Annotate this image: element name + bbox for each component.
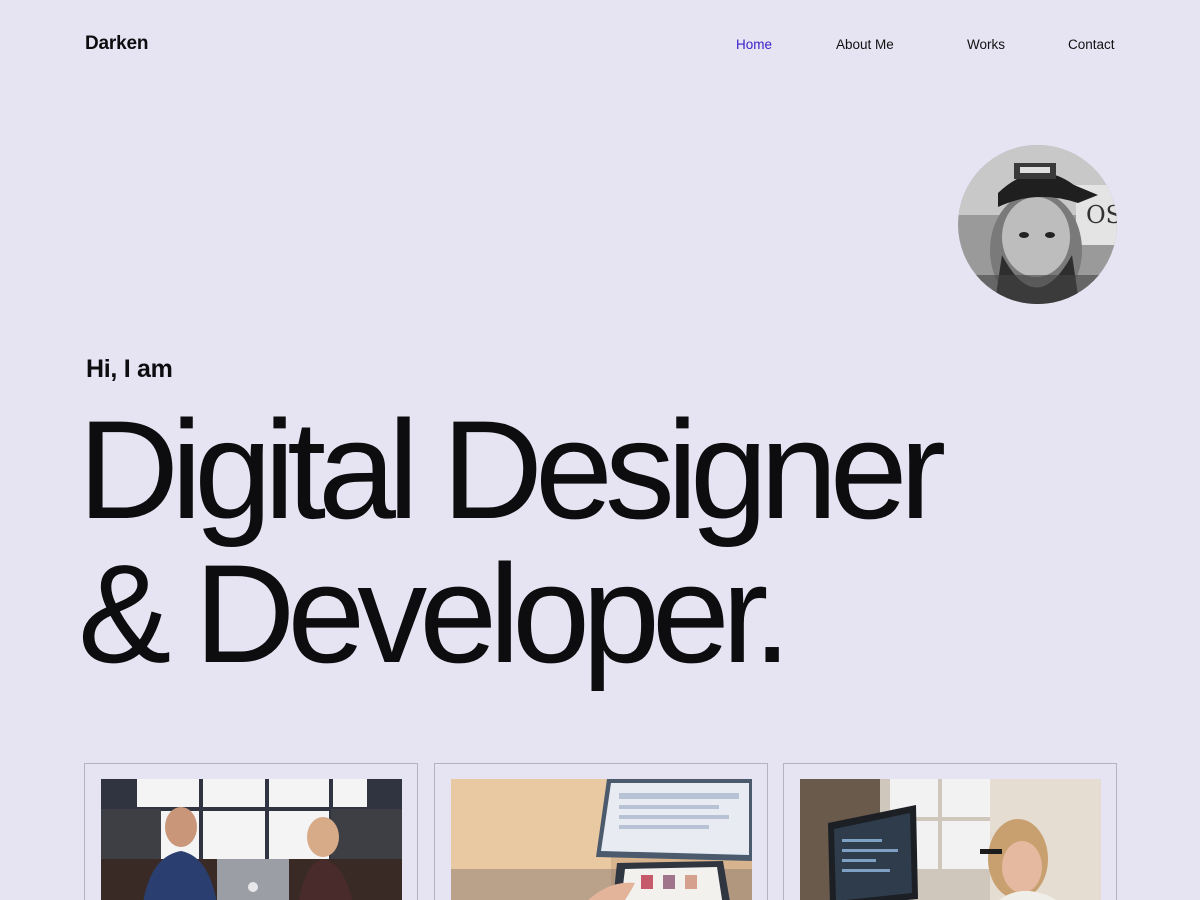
project-thumbnail — [101, 779, 402, 900]
project-card[interactable] — [783, 763, 1117, 900]
nav-home[interactable]: Home — [736, 37, 772, 52]
hero-greeting: Hi, I am — [86, 355, 173, 383]
hero-headline: Digital Designer & Developer. — [78, 391, 946, 692]
nav-works[interactable]: Works — [967, 37, 1005, 52]
photo-two-people-laptop — [101, 779, 402, 900]
headline-line-2: & Developer. — [78, 535, 792, 692]
avatar: OS — [958, 145, 1117, 304]
portfolio-page: Darken Home About Me Works Contact OS Hi… — [0, 0, 1200, 900]
nav-contact[interactable]: Contact — [1068, 37, 1115, 52]
nav-about-me[interactable]: About Me — [836, 37, 894, 52]
project-card[interactable] — [434, 763, 768, 900]
photo-woman-at-monitor — [800, 779, 1101, 900]
project-thumbnail — [800, 779, 1101, 900]
project-thumbnail — [451, 779, 752, 900]
svg-text:OS: OS — [1086, 201, 1117, 229]
main-nav: Home About Me Works Contact — [0, 37, 1200, 57]
photo-hands-tablet — [451, 779, 752, 900]
avatar-portrait-image: OS — [958, 145, 1117, 304]
headline-line-1: Digital Designer — [78, 391, 946, 548]
project-card[interactable] — [84, 763, 418, 900]
